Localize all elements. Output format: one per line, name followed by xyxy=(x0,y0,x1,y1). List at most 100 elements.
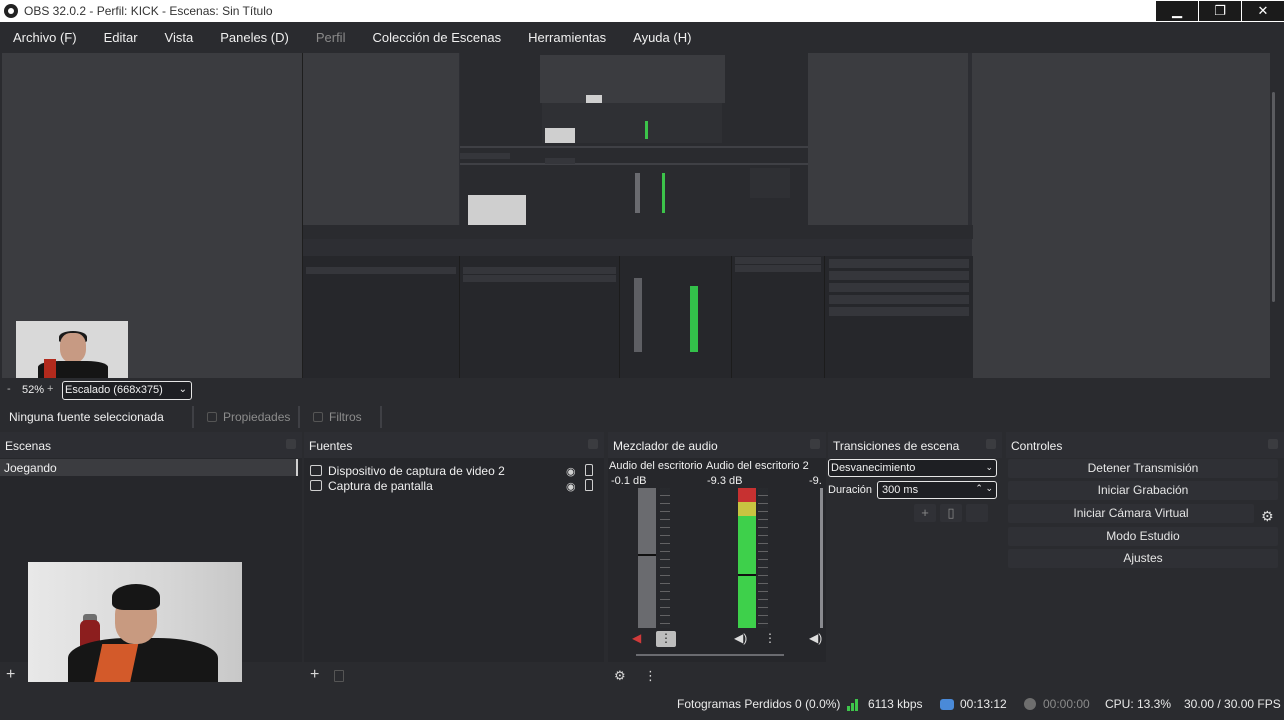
dock-float-icon[interactable] xyxy=(986,439,996,449)
transition-select[interactable]: Desvanecimiento ⌄ xyxy=(828,459,997,477)
volume-fader[interactable] xyxy=(638,554,656,556)
source-item[interactable]: Dispositivo de captura de video 2 ◉ xyxy=(304,463,600,479)
gear-icon[interactable]: ⚙ xyxy=(1261,508,1274,525)
scaling-mode-value: Escalado (668x375) xyxy=(65,384,163,396)
filters-button[interactable]: Filtros xyxy=(313,407,362,427)
menu-tools[interactable]: Herramientas xyxy=(515,30,620,45)
nested-zoom-row xyxy=(303,225,973,239)
controls-header: Controles xyxy=(1006,432,1284,458)
zoom-out-button[interactable]: - xyxy=(7,383,11,395)
remove-transition-button[interactable]: ▯ xyxy=(940,504,962,522)
stepper-arrows-icon[interactable]: ⌃ ⌄ xyxy=(975,483,993,494)
speaker-icon[interactable]: ◀) xyxy=(734,631,747,645)
no-source-selected-label: Ninguna fuente seleccionada xyxy=(9,410,164,424)
dock-float-icon[interactable] xyxy=(1268,439,1278,449)
minimize-button[interactable]: ▁ xyxy=(1156,1,1198,21)
muted-speaker-icon[interactable]: ◀ xyxy=(632,631,641,645)
dock-float-icon[interactable] xyxy=(286,439,296,449)
duration-input[interactable]: 300 ms ⌃ ⌄ xyxy=(877,481,997,499)
duration-label: Duración xyxy=(828,484,873,496)
advanced-audio-icon[interactable]: ⚙ xyxy=(614,668,626,684)
studio-mode-button[interactable]: Modo Estudio xyxy=(1008,527,1278,546)
lock-icon[interactable] xyxy=(585,479,593,491)
source-item[interactable]: Captura de pantalla ◉ xyxy=(304,478,600,494)
lock-icon[interactable] xyxy=(585,464,593,476)
stop-streaming-button[interactable]: Detener Transmisión xyxy=(1008,459,1278,478)
menu-edit[interactable]: Editar xyxy=(91,30,152,45)
nested-docks xyxy=(303,256,973,378)
channel-name: Audio del escritorio xyxy=(609,460,703,472)
trash-icon[interactable] xyxy=(334,670,344,682)
visibility-eye-icon[interactable]: ◉ xyxy=(566,465,576,478)
add-scene-icon[interactable]: + xyxy=(6,666,15,684)
transition-buttons: + ▯ xyxy=(914,504,988,522)
screen-capture-recursion xyxy=(302,53,973,378)
camera-icon xyxy=(310,465,322,476)
mixer-scrollbar[interactable] xyxy=(636,654,784,656)
menu-docks[interactable]: Paneles (D) xyxy=(207,30,303,45)
close-button[interactable]: ✕ xyxy=(1242,1,1284,21)
cpu-usage: CPU: 13.3% xyxy=(1105,697,1172,711)
record-icon xyxy=(1024,698,1036,710)
signal-bars-icon xyxy=(847,699,861,711)
add-source-icon[interactable]: + xyxy=(310,666,319,684)
toolbar-divider xyxy=(192,406,194,428)
menu-file[interactable]: Archivo (F) xyxy=(0,30,91,45)
properties-label: Propiedades xyxy=(223,410,291,424)
mixer-menu-icon[interactable]: ⋮ xyxy=(644,668,657,684)
channel-db: -9.3 dB xyxy=(707,475,743,487)
audio-mixer-dock: Mezclador de audio Audio del escritorio … xyxy=(608,432,826,690)
sources-dock-header: Fuentes xyxy=(304,432,604,458)
preview-vertical-scrollbar[interactable] xyxy=(1272,92,1275,302)
scenes-title: Escenas xyxy=(5,439,52,453)
volume-meter xyxy=(820,488,823,628)
preview-canvas[interactable] xyxy=(2,53,1270,379)
audio-mixer-header: Mezclador de audio xyxy=(608,432,826,458)
window-controls: ▁ ❐ ✕ xyxy=(1155,0,1284,22)
fps: 30.00 / 30.00 FPS xyxy=(1184,697,1281,711)
chevron-down-icon: ⌄ xyxy=(178,384,187,395)
menu-profile[interactable]: Perfil xyxy=(303,30,360,45)
scaling-mode-select[interactable]: Escalado (668x375) ⌄ xyxy=(62,381,192,400)
monitor-icon xyxy=(310,480,322,491)
channel-name: Audio del escritorio 2 xyxy=(706,460,809,472)
dock-float-icon[interactable] xyxy=(810,439,820,449)
zoom-level: 52% xyxy=(22,384,45,396)
visibility-eye-icon[interactable]: ◉ xyxy=(566,480,576,493)
maximize-button[interactable]: ❐ xyxy=(1199,1,1241,21)
channel-menu-icon[interactable]: ⋮ xyxy=(656,631,676,647)
channel-db: -9. xyxy=(809,475,822,487)
settings-button[interactable]: Ajustes xyxy=(1008,549,1278,568)
duration-value: 300 ms xyxy=(882,484,919,496)
volume-fader[interactable] xyxy=(738,574,756,576)
controls-title: Controles xyxy=(1011,439,1063,453)
speaker-icon[interactable]: ◀) xyxy=(809,631,822,645)
transitions-header: Transiciones de escena xyxy=(828,432,1002,458)
chevron-down-icon: ⌄ xyxy=(985,462,993,472)
controls-dock: Controles Detener Transmisión Iniciar Gr… xyxy=(1006,432,1284,690)
transitions-title: Transiciones de escena xyxy=(833,439,960,453)
sources-dock: Fuentes Dispositivo de captura de video … xyxy=(304,432,604,690)
properties-button[interactable]: Propiedades xyxy=(207,407,290,427)
filter-icon xyxy=(313,412,323,422)
channel-menu-icon[interactable]: ⋮ xyxy=(764,631,776,645)
volume-meter xyxy=(738,488,756,628)
transition-properties-button[interactable] xyxy=(966,504,988,522)
start-virtual-camera-button[interactable]: Iniciar Cámara Virtual xyxy=(1008,504,1254,523)
dock-float-icon[interactable] xyxy=(588,439,598,449)
scene-item[interactable]: Joegando xyxy=(0,459,298,476)
toolbar-divider xyxy=(298,406,300,428)
toolbar-divider xyxy=(380,406,382,428)
menu-scene-collection[interactable]: Colección de Escenas xyxy=(359,30,515,45)
webcam-overlay xyxy=(28,562,242,682)
stream-icon xyxy=(940,699,954,710)
menu-help[interactable]: Ayuda (H) xyxy=(620,30,705,45)
menu-view[interactable]: Vista xyxy=(152,30,208,45)
start-recording-button[interactable]: Iniciar Grabación xyxy=(1008,481,1278,500)
channel-db: -0.1 dB xyxy=(611,475,647,487)
add-transition-button[interactable]: + xyxy=(914,504,936,522)
sources-title: Fuentes xyxy=(309,439,353,453)
record-time: 00:00:00 xyxy=(1043,697,1090,711)
preview-area[interactable] xyxy=(0,52,1284,389)
zoom-in-button[interactable]: + xyxy=(47,383,53,395)
